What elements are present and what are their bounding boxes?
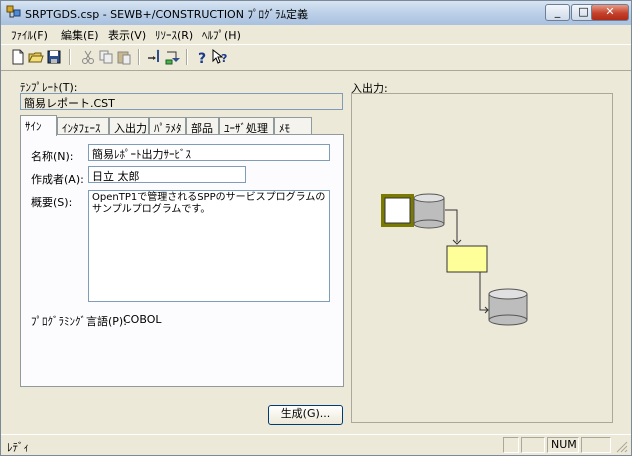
resource-icon[interactable] xyxy=(146,48,164,66)
open-folder-icon[interactable] xyxy=(27,48,45,66)
toolbar-separator xyxy=(186,49,188,65)
help-icon[interactable]: ? xyxy=(193,48,211,67)
tab-parameter[interactable]: ﾊﾟﾗﾒﾀ xyxy=(149,117,186,135)
resource-insert-icon[interactable] xyxy=(164,48,182,66)
io-process-box[interactable] xyxy=(446,245,488,273)
status-num: NUM xyxy=(547,437,579,453)
cut-icon[interactable] xyxy=(79,48,97,66)
new-file-icon[interactable] xyxy=(9,48,27,66)
template-field[interactable]: 簡易レポート.CST xyxy=(20,93,343,110)
close-button[interactable]: ✕ xyxy=(591,4,629,21)
menu-view[interactable]: 表示(V) xyxy=(108,27,146,43)
app-icon xyxy=(6,5,21,18)
io-input-document-icon[interactable] xyxy=(384,197,411,224)
tab-panel-sign: 名称(N): 簡易ﾚﾎﾟｰﾄ出力ｻｰﾋﾞｽ 作成者(A): 日立 太郎 概要(S… xyxy=(20,134,344,387)
context-help-icon[interactable]: ? xyxy=(211,48,229,66)
io-input-database-icon[interactable] xyxy=(413,193,445,229)
io-connector-line xyxy=(479,272,488,311)
main-window: SRPTGDS.csp - SEWB+/CONSTRUCTION ﾌﾟﾛｸﾞﾗﾑ… xyxy=(0,0,632,456)
tab-memo[interactable]: ﾒﾓ xyxy=(274,117,312,135)
io-output-database-icon[interactable] xyxy=(488,288,528,326)
status-cell-kana xyxy=(521,437,545,453)
svg-text:?: ? xyxy=(221,52,227,65)
status-cell-cap xyxy=(503,437,519,453)
status-bar: ﾚﾃﾞｨ NUM xyxy=(1,434,631,456)
tab-parts[interactable]: 部品 xyxy=(186,117,219,135)
toolbar: ? ? xyxy=(1,44,631,71)
io-connector-line xyxy=(445,209,458,242)
generate-button[interactable]: 生成(G)... xyxy=(268,405,343,425)
copy-icon[interactable] xyxy=(97,48,115,66)
toolbar-separator xyxy=(69,49,71,65)
summary-label: 概要(S): xyxy=(31,196,73,209)
name-label: 名称(N): xyxy=(31,150,74,163)
status-text: ﾚﾃﾞｨ xyxy=(7,441,29,454)
io-diagram xyxy=(381,193,528,326)
resize-grip-icon[interactable] xyxy=(615,440,628,453)
save-icon[interactable] xyxy=(45,48,63,66)
tab-interface[interactable]: ｲﾝﾀﾌｪｰｽ xyxy=(57,117,109,135)
window-title: SRPTGDS.csp - SEWB+/CONSTRUCTION ﾌﾟﾛｸﾞﾗﾑ… xyxy=(25,8,308,21)
summary-field[interactable]: OpenTP1で管理されるSPPのサービスプログラムの サンプルプログラムです。 xyxy=(88,190,330,302)
paste-icon[interactable] xyxy=(115,48,133,66)
menu-file[interactable]: ﾌｧｲﾙ(F) xyxy=(11,27,48,43)
io-diagram-panel[interactable] xyxy=(351,93,613,423)
menu-help[interactable]: ﾍﾙﾌﾟ(H) xyxy=(202,27,241,43)
tab-sign[interactable]: ｻｲﾝ xyxy=(20,115,57,136)
author-label: 作成者(A): xyxy=(31,173,84,186)
language-value: COBOL xyxy=(123,313,162,326)
title-bar[interactable]: SRPTGDS.csp - SEWB+/CONSTRUCTION ﾌﾟﾛｸﾞﾗﾑ… xyxy=(1,1,631,26)
language-label: ﾌﾟﾛｸﾞﾗﾐﾝｸﾞ言語(P): xyxy=(31,315,127,328)
menu-bar: ﾌｧｲﾙ(F) 編集(E) 表示(V) ﾘｿｰｽ(R) ﾍﾙﾌﾟ(H) xyxy=(1,25,631,43)
author-field[interactable]: 日立 太郎 xyxy=(88,166,246,183)
minimize-button[interactable]: _ xyxy=(545,4,570,21)
name-field[interactable]: 簡易ﾚﾎﾟｰﾄ出力ｻｰﾋﾞｽ xyxy=(88,144,330,161)
toolbar-separator xyxy=(138,49,140,65)
status-cell-scroll xyxy=(581,437,611,453)
svg-text:?: ? xyxy=(198,51,206,66)
menu-resource[interactable]: ﾘｿｰｽ(R) xyxy=(155,27,193,43)
menu-edit[interactable]: 編集(E) xyxy=(61,27,99,43)
tab-user-process[interactable]: ﾕｰｻﾞ処理 xyxy=(219,117,274,135)
tab-io[interactable]: 入出力 xyxy=(109,117,149,135)
